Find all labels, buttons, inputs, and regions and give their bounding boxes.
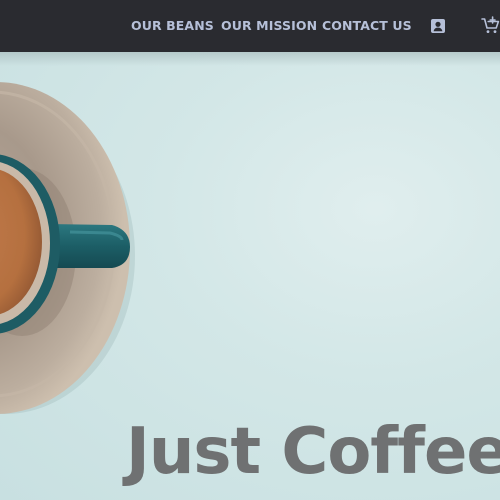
nav-link-our-mission[interactable]: OUR MISSION [221, 18, 317, 34]
top-navbar: OUR BEANS OUR MISSION CONTACT US [0, 0, 500, 52]
account-icon[interactable] [430, 18, 446, 34]
hero-title: Just Coffee [126, 415, 500, 489]
nav-link-our-beans[interactable]: OUR BEANS [131, 18, 214, 34]
cart-icon[interactable] [481, 16, 500, 35]
navbar-shadow [0, 52, 500, 66]
nav-link-contact-us[interactable]: CONTACT US [322, 18, 412, 34]
